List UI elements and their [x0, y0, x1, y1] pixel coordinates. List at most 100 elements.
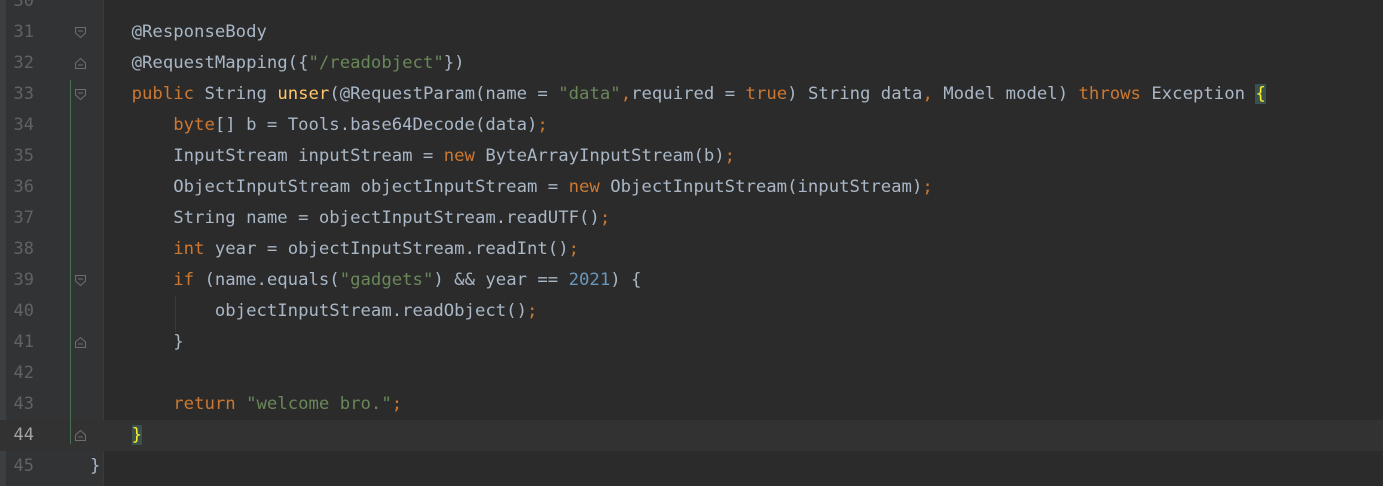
- line-number: 38: [13, 239, 34, 259]
- code-line[interactable]: 43 return "welcome bro.";: [0, 389, 1383, 420]
- line-number: 41: [13, 332, 34, 352]
- line-number: 36: [13, 177, 34, 197]
- code-line[interactable]: 34 byte[] b = Tools.base64Decode(data);: [0, 110, 1383, 141]
- code-text[interactable]: if (name.equals("gadgets") && year == 20…: [90, 265, 641, 296]
- code-token: [] b = Tools.base64Decode(data): [214, 115, 538, 135]
- code-token: InputStream inputStream =: [90, 146, 444, 166]
- fold-collapse-icon[interactable]: [74, 274, 87, 287]
- code-token: }: [90, 332, 184, 352]
- code-token: String name = objectInputStream.readUTF(…: [90, 208, 600, 228]
- code-line[interactable]: 40 objectInputStream.readObject();: [0, 296, 1383, 327]
- code-token: throws: [1078, 84, 1152, 104]
- code-token: return: [173, 394, 247, 414]
- line-number: 43: [13, 394, 34, 414]
- line-number: 37: [13, 208, 34, 228]
- code-text[interactable]: }: [90, 420, 143, 451]
- code-token: ;: [568, 239, 580, 259]
- code-text[interactable]: InputStream inputStream = new ByteArrayI…: [90, 141, 735, 172]
- line-number: 45: [13, 456, 34, 476]
- code-token: ;: [724, 146, 736, 166]
- code-token: new: [443, 146, 486, 166]
- line-number: 35: [13, 146, 34, 166]
- line-number: 32: [13, 53, 34, 73]
- code-token: Exception: [1151, 84, 1256, 104]
- code-token: if: [173, 270, 205, 290]
- code-token: ;: [391, 394, 403, 414]
- code-line[interactable]: 45}: [0, 451, 1383, 482]
- code-token: "data": [558, 84, 621, 104]
- fold-end-icon[interactable]: [74, 429, 87, 442]
- code-token: objectInputStream.readObject(): [90, 301, 527, 321]
- code-token: ) && year ==: [433, 270, 569, 290]
- code-token: }: [90, 456, 101, 476]
- code-line[interactable]: 39 if (name.equals("gadgets") && year ==…: [0, 265, 1383, 296]
- code-token: ;: [526, 301, 538, 321]
- code-token: ) String data: [787, 84, 923, 104]
- code-line[interactable]: 36 ObjectInputStream objectInputStream =…: [0, 172, 1383, 203]
- code-token: public: [131, 84, 205, 104]
- line-number: 40: [13, 301, 34, 321]
- code-token: year = objectInputStream.readInt(): [214, 239, 569, 259]
- code-token: 2021: [568, 270, 611, 290]
- code-line[interactable]: 42: [0, 358, 1383, 389]
- code-token: (name.equals(: [204, 270, 340, 290]
- code-token: @ResponseBody: [90, 22, 267, 42]
- fold-end-icon[interactable]: [74, 57, 87, 70]
- code-line[interactable]: 33 public String unser(@RequestParam(nam…: [0, 79, 1383, 110]
- code-line[interactable]: 32 @RequestMapping({"/readobject"}): [0, 48, 1383, 79]
- code-text[interactable]: byte[] b = Tools.base64Decode(data);: [90, 110, 548, 141]
- line-number: 39: [13, 270, 34, 290]
- code-token: ;: [537, 115, 548, 135]
- fold-collapse-icon[interactable]: [74, 26, 87, 39]
- code-text[interactable]: }: [90, 327, 184, 358]
- code-token: true: [745, 84, 788, 104]
- line-number: 44: [13, 425, 34, 445]
- code-text[interactable]: String name = objectInputStream.readUTF(…: [90, 203, 610, 234]
- code-token: String: [204, 84, 278, 104]
- code-text[interactable]: int year = objectInputStream.readInt();: [90, 234, 579, 265]
- code-line[interactable]: 41 }: [0, 327, 1383, 358]
- code-token: ObjectInputStream objectInputStream =: [90, 177, 569, 197]
- code-token: int: [173, 239, 215, 259]
- code-line[interactable]: 35 InputStream inputStream = new ByteArr…: [0, 141, 1383, 172]
- code-text[interactable]: return "welcome bro.";: [90, 389, 402, 420]
- code-token: ) {: [610, 270, 642, 290]
- code-token: new: [568, 177, 611, 197]
- code-text[interactable]: @ResponseBody: [90, 17, 267, 48]
- code-text[interactable]: }: [90, 451, 100, 482]
- code-token: ,: [620, 84, 632, 104]
- code-token: "welcome bro.": [246, 394, 392, 414]
- code-token: @RequestMapping({: [90, 53, 309, 73]
- line-number: 30: [13, 0, 34, 11]
- code-token: Model model): [943, 84, 1079, 104]
- line-number: 33: [13, 84, 34, 104]
- code-line[interactable]: 38 int year = objectInputStream.readInt(…: [0, 234, 1383, 265]
- code-line-partial: 30: [0, 0, 1383, 17]
- code-token: ObjectInputStream(inputStream): [610, 177, 923, 197]
- code-token: (@RequestParam(name =: [329, 84, 559, 104]
- code-token: ,: [922, 84, 944, 104]
- code-token: "/readobject": [308, 53, 444, 73]
- code-text[interactable]: @RequestMapping({"/readobject"}): [90, 48, 465, 79]
- code-token: required =: [631, 84, 746, 104]
- code-token: }): [443, 53, 465, 73]
- fold-collapse-icon[interactable]: [74, 88, 87, 101]
- code-token: ByteArrayInputStream(b): [485, 146, 725, 166]
- code-text[interactable]: public String unser(@RequestParam(name =…: [90, 79, 1266, 110]
- matched-brace: {: [1255, 84, 1266, 104]
- fold-end-icon[interactable]: [74, 336, 87, 349]
- code-text[interactable]: ObjectInputStream objectInputStream = ne…: [90, 172, 933, 203]
- code-editor[interactable]: 30 31 @ResponseBody 32 @RequestMapping({"…: [0, 0, 1383, 486]
- code-text[interactable]: objectInputStream.readObject();: [90, 296, 538, 327]
- code-line[interactable]: 37 String name = objectInputStream.readU…: [0, 203, 1383, 234]
- code-token: unser: [277, 84, 330, 104]
- code-line[interactable]: 44 }: [0, 420, 1383, 451]
- code-line[interactable]: 31 @ResponseBody: [0, 17, 1383, 48]
- line-number: 34: [13, 115, 34, 135]
